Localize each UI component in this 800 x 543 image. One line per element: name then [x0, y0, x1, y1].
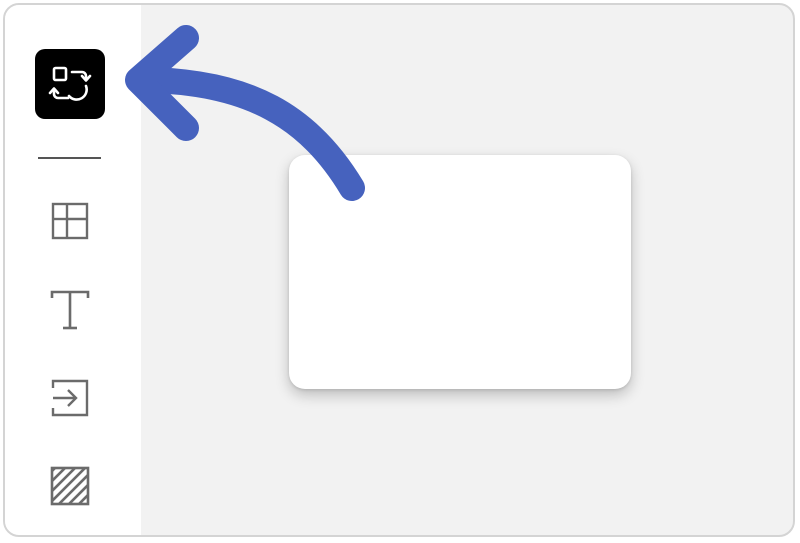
selected-card[interactable]	[289, 155, 631, 389]
hatch-pattern-icon	[50, 466, 90, 506]
pattern-tool[interactable]	[35, 451, 105, 521]
text-tool-icon	[50, 290, 90, 330]
tool-divider	[38, 157, 101, 159]
text-tool[interactable]	[35, 275, 105, 345]
swap-component-tool[interactable]	[35, 49, 105, 119]
app-frame	[3, 3, 795, 537]
tool-sidebar	[5, 5, 141, 535]
layout-tool[interactable]	[35, 186, 105, 256]
insert-tool[interactable]	[35, 363, 105, 433]
design-canvas[interactable]	[141, 5, 793, 535]
layout-grid-icon	[51, 202, 89, 240]
insert-arrow-icon	[51, 379, 89, 417]
swap-component-icon	[48, 66, 92, 101]
